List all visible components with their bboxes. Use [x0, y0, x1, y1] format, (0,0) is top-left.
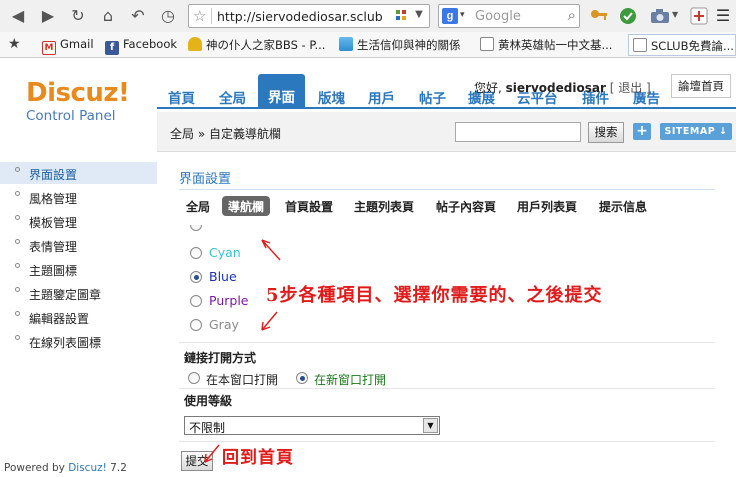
- instruction-annotation: 5步各種項目、選擇你需要的、之後提交: [266, 285, 603, 306]
- arrow-up-icon: [261, 239, 281, 261]
- back-home-annotation: 回到首頁: [222, 448, 294, 468]
- annotation-arrows: [204, 239, 281, 463]
